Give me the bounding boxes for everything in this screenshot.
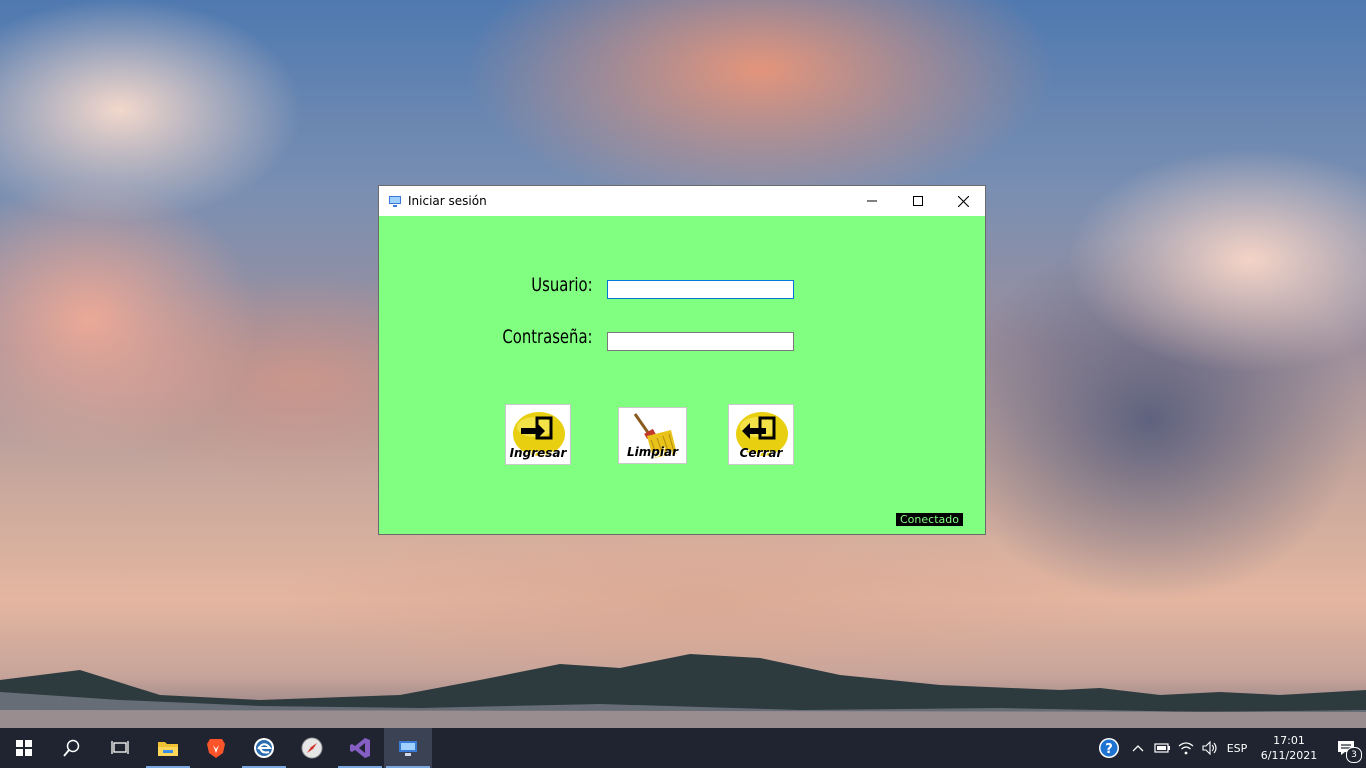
maximize-icon bbox=[913, 196, 923, 206]
volume-tray-button[interactable] bbox=[1198, 728, 1222, 768]
close-icon bbox=[957, 195, 969, 207]
minimize-icon bbox=[867, 200, 877, 202]
battery-icon bbox=[1154, 743, 1170, 753]
usuario-label: Usuario: bbox=[531, 274, 593, 296]
battery-tray-button[interactable] bbox=[1150, 728, 1174, 768]
usuario-input[interactable] bbox=[607, 280, 794, 299]
input-language[interactable]: ESP bbox=[1222, 728, 1252, 768]
window-titlebar: Iniciar sesión bbox=[379, 186, 985, 216]
help-tray-button[interactable]: ? bbox=[1092, 728, 1126, 768]
task-view-button[interactable] bbox=[96, 728, 144, 768]
close-button[interactable] bbox=[940, 186, 986, 216]
password-input[interactable] bbox=[607, 332, 794, 351]
login-window: Iniciar sesión Usuario: Contraseña: Ingr… bbox=[378, 185, 986, 535]
action-center-button[interactable]: 3 bbox=[1326, 728, 1366, 768]
visual-studio-icon bbox=[350, 738, 370, 758]
cerrar-button[interactable]: Cerrar bbox=[728, 404, 794, 465]
file-explorer-button[interactable] bbox=[144, 728, 192, 768]
edge-icon bbox=[254, 738, 274, 758]
show-hidden-icons-button[interactable] bbox=[1126, 728, 1150, 768]
limpiar-caption: Limpiar bbox=[627, 445, 678, 459]
edge-button[interactable] bbox=[240, 728, 288, 768]
help-icon: ? bbox=[1099, 738, 1119, 758]
taskbar: ? ESP 17:01 6/11/2021 3 bbox=[0, 728, 1366, 768]
login-app-taskbar-button[interactable] bbox=[384, 728, 432, 768]
file-explorer-icon bbox=[158, 742, 178, 756]
window-title: Iniciar sesión bbox=[408, 194, 487, 208]
system-tray: ? ESP 17:01 6/11/2021 3 bbox=[1092, 728, 1366, 768]
minimize-button[interactable] bbox=[849, 186, 895, 216]
app-window-icon bbox=[389, 196, 401, 207]
chevron-up-icon bbox=[1132, 745, 1144, 752]
windows-start-icon bbox=[16, 740, 32, 756]
search-button[interactable] bbox=[48, 728, 96, 768]
clock-date: 6/11/2021 bbox=[1260, 749, 1318, 762]
clock-time: 17:01 bbox=[1273, 734, 1305, 747]
ingresar-button[interactable]: Ingresar bbox=[505, 404, 571, 465]
limpiar-button[interactable]: Limpiar bbox=[618, 407, 687, 464]
taskbar-clock[interactable]: 17:01 6/11/2021 bbox=[1252, 728, 1326, 768]
visual-studio-button[interactable] bbox=[336, 728, 384, 768]
compass-icon bbox=[301, 737, 323, 759]
start-button[interactable] bbox=[0, 728, 48, 768]
maximize-button[interactable] bbox=[895, 186, 941, 216]
speaker-icon bbox=[1202, 741, 1217, 755]
wifi-icon bbox=[1178, 742, 1194, 755]
svg-text:?: ? bbox=[1105, 742, 1113, 757]
network-tray-button[interactable] bbox=[1174, 728, 1198, 768]
brave-browser-button[interactable] bbox=[192, 728, 240, 768]
landscape-hills bbox=[0, 654, 1366, 728]
cerrar-caption: Cerrar bbox=[739, 446, 783, 460]
search-icon bbox=[63, 739, 80, 757]
login-app-icon bbox=[399, 741, 417, 756]
ingresar-caption: Ingresar bbox=[509, 446, 567, 460]
brave-browser-icon bbox=[207, 739, 225, 758]
task-view-icon bbox=[111, 741, 129, 754]
connection-status: Conectado bbox=[896, 513, 963, 526]
password-label: Contraseña: bbox=[502, 326, 593, 348]
compass-app-button[interactable] bbox=[288, 728, 336, 768]
notification-count-badge: 3 bbox=[1346, 747, 1362, 763]
